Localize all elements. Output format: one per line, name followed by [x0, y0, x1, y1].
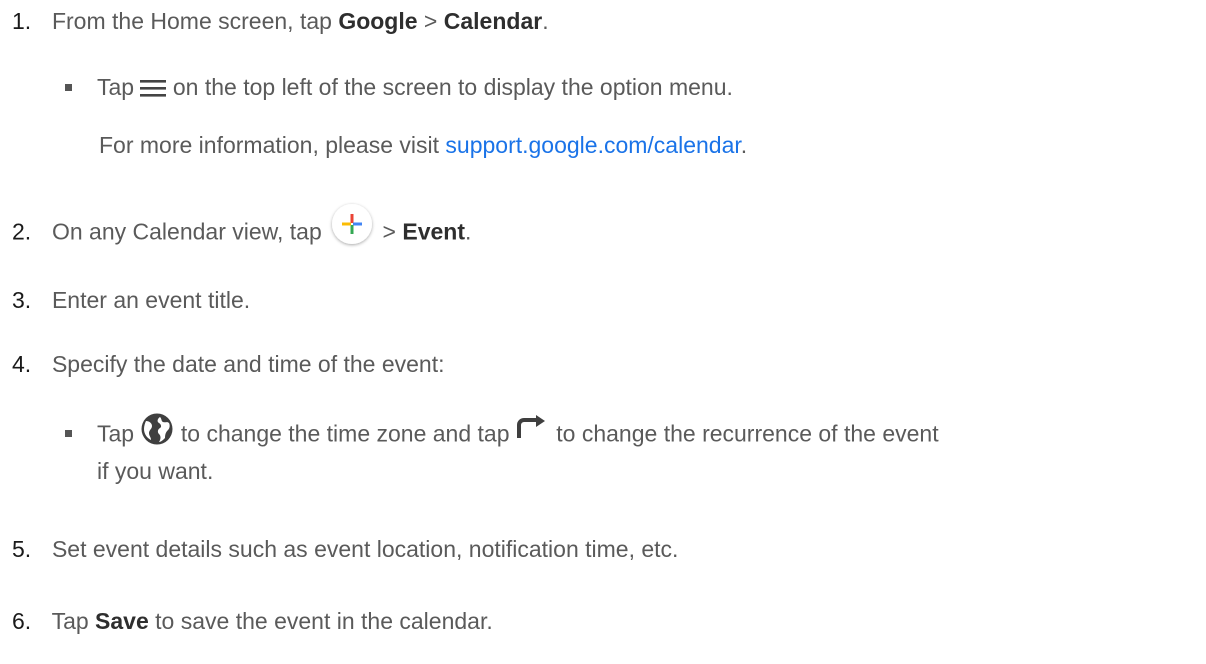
step-text: From the Home screen, tap — [51, 8, 339, 34]
globe-icon — [140, 412, 174, 453]
step-bold-save: Save — [95, 608, 149, 634]
step-6: 6. Tap Save to save the event in the cal… — [12, 606, 493, 636]
substep-text: to change the time zone and tap — [174, 420, 516, 447]
step-4: 4. Specify the date and time of the even… — [12, 349, 445, 379]
step-number: 5. — [12, 536, 32, 562]
step-text: Tap — [51, 608, 96, 634]
substep-text: to change the recurrence of the event — [549, 420, 939, 447]
step-number: 4. — [12, 351, 32, 377]
substep-text: if you want. — [97, 458, 214, 484]
step-number: 6. — [12, 608, 32, 634]
step-separator: > — [417, 8, 444, 34]
step-text: Specify the date and time of the event: — [51, 351, 445, 377]
support-link[interactable]: support.google.com/calendar — [445, 132, 740, 158]
plus-fab-icon — [328, 202, 376, 255]
step-number: 1. — [12, 8, 32, 34]
step-period: . — [465, 218, 472, 245]
step-bold-calendar: Calendar — [443, 8, 543, 34]
step-text: to save the event in the calendar. — [148, 608, 493, 634]
substep-text: Tap — [97, 420, 141, 447]
step-separator: > — [376, 218, 403, 245]
step-number: 3. — [12, 287, 32, 313]
substep-text: on the top left of the screen to display… — [166, 74, 733, 100]
substep-continuation: if you want. — [97, 456, 213, 486]
step-1: 1. From the Home screen, tap Google > Ca… — [12, 6, 549, 36]
substep-menu: Tap on the top left of the screen to dis… — [97, 72, 733, 104]
repeat-icon — [516, 414, 550, 451]
step-period: . — [542, 8, 549, 34]
bullet-marker — [65, 430, 72, 437]
step-bold-event: Event — [402, 218, 465, 245]
step-5: 5. Set event details such as event locat… — [12, 534, 678, 564]
substep-text: Tap — [97, 74, 141, 100]
step-text: Enter an event title. — [51, 287, 251, 313]
more-info-line: For more information, please visit suppo… — [99, 130, 747, 160]
more-info-period: . — [740, 132, 748, 158]
step-text: Set event details such as event location… — [51, 536, 679, 562]
step-bold-google: Google — [338, 8, 418, 34]
step-2: 2. On any Calendar view, tap > Event. — [12, 204, 472, 255]
bullet-marker — [65, 84, 72, 91]
step-text: On any Calendar view, tap — [51, 218, 322, 245]
substep-timezone: Tap to change the time zone and tap to c… — [97, 413, 939, 453]
hamburger-menu-icon — [140, 74, 167, 104]
more-info-text: For more information, please visit — [99, 132, 446, 158]
step-number: 2. — [12, 218, 32, 245]
step-3: 3. Enter an event title. — [12, 285, 250, 315]
